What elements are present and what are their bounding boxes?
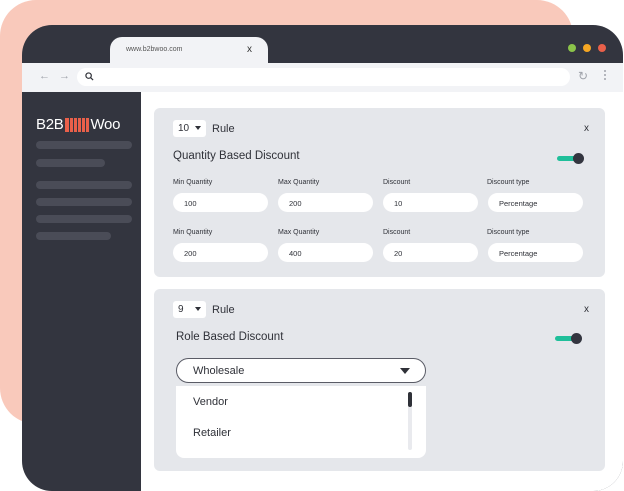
min-quantity-input[interactable]: 200 xyxy=(173,243,268,262)
min-quantity-input[interactable]: 100 xyxy=(173,193,268,212)
logo: B2B Woo xyxy=(36,116,120,133)
rule-label: Rule xyxy=(212,123,235,135)
role-options-list: Vendor Retailer xyxy=(176,386,426,458)
rule-title: Role Based Discount xyxy=(176,331,284,343)
tab-url: www.b2bwoo.com xyxy=(126,46,183,53)
search-icon xyxy=(85,72,94,81)
browser-toolbar: ← → ↻ xyxy=(22,63,623,92)
chevron-down-icon xyxy=(400,368,410,374)
sidebar-placeholder-line xyxy=(36,232,111,240)
rule-enabled-toggle[interactable] xyxy=(557,153,584,165)
sidebar-placeholder-line xyxy=(36,215,132,223)
logo-text-right: Woo xyxy=(90,116,121,133)
minimize-dot[interactable] xyxy=(583,44,591,52)
role-select-value: Wholesale xyxy=(193,365,245,377)
sidebar-placeholder-line xyxy=(36,141,132,149)
sidebar-placeholder-line xyxy=(36,159,105,167)
discount-type-select[interactable]: Percentage xyxy=(488,243,583,262)
close-dot[interactable] xyxy=(598,44,606,52)
reload-icon[interactable]: ↻ xyxy=(578,69,588,83)
role-select[interactable]: Wholesale xyxy=(176,358,426,383)
discount-type-label: Discount type xyxy=(487,229,530,236)
rule-enabled-toggle[interactable] xyxy=(555,333,582,345)
max-quantity-label: Max Quantity xyxy=(278,179,320,186)
logo-text-left: B2B xyxy=(36,116,64,133)
sidebar-placeholder-line xyxy=(36,198,132,206)
rule-card-role: 9 Rule x Role Based Discount Wholesale V… xyxy=(154,289,605,471)
rule-label: Rule xyxy=(212,304,235,316)
tab-close-button[interactable]: x xyxy=(247,44,252,55)
logo-stripes-icon xyxy=(65,117,90,132)
rule-number-select[interactable]: 10 xyxy=(173,120,206,137)
close-rule-button[interactable]: x xyxy=(584,304,589,315)
caret-down-icon xyxy=(195,307,201,311)
max-quantity-label: Max Quantity xyxy=(278,229,320,236)
sidebar-placeholder-line xyxy=(36,181,132,189)
discount-type-select[interactable]: Percentage xyxy=(488,193,583,212)
nav-arrows-icon[interactable]: ← → xyxy=(39,70,73,82)
discount-input[interactable]: 10 xyxy=(383,193,478,212)
discount-input[interactable]: 20 xyxy=(383,243,478,262)
main-content: 10 Rule x Quantity Based Discount Min Qu… xyxy=(141,92,623,491)
rule-number-value: 10 xyxy=(178,123,190,134)
menu-kebab-icon[interactable] xyxy=(604,70,607,82)
max-quantity-input[interactable]: 400 xyxy=(278,243,373,262)
sidebar: B2B Woo xyxy=(22,92,141,491)
role-option-retailer[interactable]: Retailer xyxy=(193,427,231,439)
maximize-dot[interactable] xyxy=(568,44,576,52)
rule-number-select[interactable]: 9 xyxy=(173,301,206,318)
caret-down-icon xyxy=(195,126,201,130)
options-scrollbar-thumb[interactable] xyxy=(408,392,412,407)
rule-title: Quantity Based Discount xyxy=(173,150,300,162)
discount-label: Discount xyxy=(383,179,411,186)
rule-card-quantity: 10 Rule x Quantity Based Discount Min Qu… xyxy=(154,108,605,277)
role-option-vendor[interactable]: Vendor xyxy=(193,396,228,408)
rule-number-value: 9 xyxy=(178,304,184,315)
browser-window: www.b2bwoo.com x ← → ↻ B2B Woo 10 Rule x… xyxy=(22,25,623,491)
discount-type-label: Discount type xyxy=(487,179,530,186)
discount-label: Discount xyxy=(383,229,411,236)
min-quantity-label: Min Quantity xyxy=(173,179,213,186)
close-rule-button[interactable]: x xyxy=(584,123,589,134)
min-quantity-label: Min Quantity xyxy=(173,229,213,236)
address-bar[interactable] xyxy=(77,68,570,86)
max-quantity-input[interactable]: 200 xyxy=(278,193,373,212)
browser-tab[interactable]: www.b2bwoo.com x xyxy=(110,37,268,65)
